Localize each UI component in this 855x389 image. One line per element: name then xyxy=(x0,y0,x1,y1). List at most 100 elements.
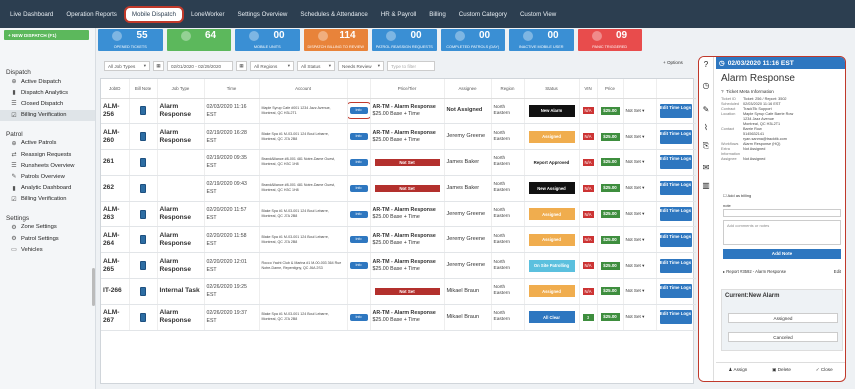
job-id[interactable]: IT-266 xyxy=(103,287,127,295)
pay-select[interactable]: Not Set ▾ xyxy=(626,263,654,269)
stat-card[interactable]: 09 PANIC TRIGGERED xyxy=(577,29,642,51)
new-dispatch-button[interactable]: + NEW DISPATCH (F1) xyxy=(4,30,89,40)
edit-time-logs-button[interactable]: Edit Time Logs xyxy=(659,258,692,273)
info-button[interactable]: Info xyxy=(349,158,368,166)
info-button[interactable]: Info xyxy=(347,102,369,120)
nav-tab[interactable]: Mobile Dispatch xyxy=(123,5,184,23)
note-type-select[interactable] xyxy=(723,209,841,217)
info-button[interactable]: Info xyxy=(349,184,368,192)
paperclip-icon[interactable]: ⌇ xyxy=(701,123,711,133)
status-badge[interactable]: Assigned xyxy=(528,233,575,246)
nav-tab[interactable]: Schedules & Attendance xyxy=(294,7,373,22)
report-edit-link[interactable]: Edit xyxy=(834,269,841,274)
bill-note-checkbox[interactable] xyxy=(140,183,146,193)
job-id[interactable]: ALM-256 xyxy=(103,103,127,119)
pay-select[interactable]: Not Set ▾ xyxy=(626,237,654,243)
report-link[interactable]: ▸ Report #3592 - Alarm Response Edit xyxy=(723,269,841,274)
status-badge[interactable]: Assigned xyxy=(528,285,575,298)
mail-icon[interactable]: ✉ xyxy=(701,163,711,173)
bill-note-checkbox[interactable] xyxy=(140,157,146,167)
job-id[interactable]: ALM-267 xyxy=(103,309,127,325)
status-badge[interactable]: Assigned xyxy=(528,208,575,221)
stat-card[interactable]: 00 COMPLETED PATROLS (DAY) xyxy=(440,29,505,51)
bill-note-checkbox[interactable] xyxy=(140,132,146,142)
table-row[interactable]: 261 02/19/2020 09:35 EST BrandAlliance #8-… xyxy=(101,149,696,176)
status-badge[interactable]: New Alarm xyxy=(528,104,575,117)
stat-card[interactable]: 00 INACTIVE MOBILE USER xyxy=(509,29,574,51)
sidebar-item[interactable]: ▮ Analytic Dashboard xyxy=(0,183,95,194)
region-filter[interactable]: All Regions ▾ xyxy=(250,61,294,71)
add-note-button[interactable]: Add Note xyxy=(723,249,841,259)
table-row[interactable]: ALM-267 Alarm Response 02/26/2020 19:37 ES… xyxy=(101,304,696,331)
calendar-icon[interactable]: ▦ xyxy=(236,61,247,71)
help-icon[interactable]: ? xyxy=(701,60,711,70)
table-row[interactable]: ALM-256 Alarm Response 02/03/2020 11:16 ES… xyxy=(101,98,696,125)
stat-card[interactable]: 114 DISPATCH BILLING TO REVIEW xyxy=(303,29,368,51)
edit-time-logs-button[interactable]: Edit Time Logs xyxy=(659,207,692,222)
table-row[interactable]: ALM-265 Alarm Response 02/20/2020 12:01 ES… xyxy=(101,252,696,280)
stat-card[interactable]: 64 xyxy=(166,29,231,51)
job-id[interactable]: ALM-264 xyxy=(103,232,127,248)
sidebar-item[interactable]: ⊕ Active Patrols xyxy=(0,138,95,149)
sidebar-item[interactable]: ⚙ Zone Settings xyxy=(0,222,95,233)
edit-time-logs-button[interactable]: Edit Time Logs xyxy=(659,181,692,196)
clock-icon[interactable]: ◷ xyxy=(701,81,711,91)
options-link[interactable]: + Options xyxy=(663,60,683,65)
pay-select[interactable]: Not Set ▾ xyxy=(626,159,654,165)
status-badge[interactable]: New Assigned xyxy=(528,182,575,195)
edit-time-logs-button[interactable]: Edit Time Logs xyxy=(659,155,692,170)
table-row[interactable]: ALM-263 Alarm Response 02/20/2020 11:57 ES… xyxy=(101,201,696,228)
sidebar-item[interactable]: ⚙ Patrol Settings xyxy=(0,233,95,244)
sidebar-item[interactable]: ⇄ Reassign Requests xyxy=(0,149,95,160)
notes-textarea[interactable]: Add comments or notes xyxy=(723,220,841,245)
table-row[interactable]: 262 02/19/2020 09:43 EST BrandAlliance #8-… xyxy=(101,175,696,202)
nav-tab[interactable]: LoneWorker xyxy=(185,7,231,22)
sidebar-item[interactable]: ⊕ Active Dispatch xyxy=(0,76,95,87)
job-id[interactable]: ALM-265 xyxy=(103,258,127,274)
edit-time-logs-button[interactable]: Edit Time Logs xyxy=(659,103,692,118)
info-button[interactable]: Info xyxy=(349,262,368,270)
nav-tab[interactable]: Settings Overview xyxy=(232,7,294,22)
sidebar-item[interactable]: ▭ Vehicles xyxy=(0,244,95,255)
nav-tab[interactable]: Operation Reports xyxy=(60,7,123,22)
edit-time-logs-button[interactable]: Edit Time Logs xyxy=(659,129,692,144)
sidebar-item[interactable]: ☰ Runsheets Overview xyxy=(0,160,95,171)
job-type-filter[interactable]: All Job Types ▾ xyxy=(104,61,150,71)
delete-button[interactable]: ▣ Delete xyxy=(772,367,791,373)
nav-tab[interactable]: Custom Category xyxy=(453,7,513,22)
date-range-filter[interactable]: 02/01/2020 - 02/29/2020 xyxy=(167,61,233,71)
pay-select[interactable]: Not Set ▾ xyxy=(626,211,654,217)
edit-icon[interactable]: ✎ xyxy=(701,105,711,115)
bill-note-checkbox[interactable] xyxy=(140,106,146,116)
sidebar-item[interactable]: ☑ Billing Verification xyxy=(0,109,95,121)
pay-select[interactable]: Not Set ▾ xyxy=(626,108,654,114)
calendar-icon[interactable]: ▦ xyxy=(153,61,164,71)
info-button[interactable]: Info xyxy=(349,133,368,141)
table-row[interactable]: ALM-260 Alarm Response 02/19/2020 16:28 ES… xyxy=(101,123,696,151)
job-id[interactable]: 262 xyxy=(103,184,127,192)
nav-tab[interactable]: HR & Payroll xyxy=(375,7,422,22)
bill-note-checkbox[interactable] xyxy=(140,286,146,296)
status-badge[interactable]: Assigned xyxy=(528,130,575,143)
pay-select[interactable]: Not Set ▾ xyxy=(626,134,654,140)
pay-select[interactable]: Not Set ▾ xyxy=(626,314,654,320)
assign-button[interactable]: ♟ Assign xyxy=(728,367,747,373)
nav-tab[interactable]: Billing xyxy=(423,7,452,22)
pay-select[interactable]: Not Set ▾ xyxy=(626,288,654,294)
table-row[interactable]: IT-266 Internal Task 02/26/2020 19:25 EST N… xyxy=(101,278,696,305)
needs-review-filter[interactable]: Needs Review ▾ xyxy=(338,61,384,71)
sidebar-scrollbar[interactable] xyxy=(92,268,95,306)
canceled-button[interactable]: Canceled xyxy=(728,332,838,342)
job-id[interactable]: ALM-263 xyxy=(103,206,127,222)
job-id[interactable]: 261 xyxy=(103,158,127,166)
bill-note-checkbox[interactable] xyxy=(140,261,146,271)
pay-select[interactable]: Not Set ▾ xyxy=(626,185,654,191)
book-icon[interactable]: ▥ xyxy=(701,181,711,191)
info-button[interactable]: Info xyxy=(349,236,368,244)
stat-card[interactable]: 55 OPENED TICKETS xyxy=(98,29,163,51)
bill-note-checkbox[interactable] xyxy=(140,209,146,219)
billing-checkbox[interactable]: ☐ Add as billing xyxy=(723,193,751,198)
status-badge[interactable]: All Clear xyxy=(528,311,575,324)
bill-note-checkbox[interactable] xyxy=(140,312,146,322)
bill-note-checkbox[interactable] xyxy=(140,235,146,245)
